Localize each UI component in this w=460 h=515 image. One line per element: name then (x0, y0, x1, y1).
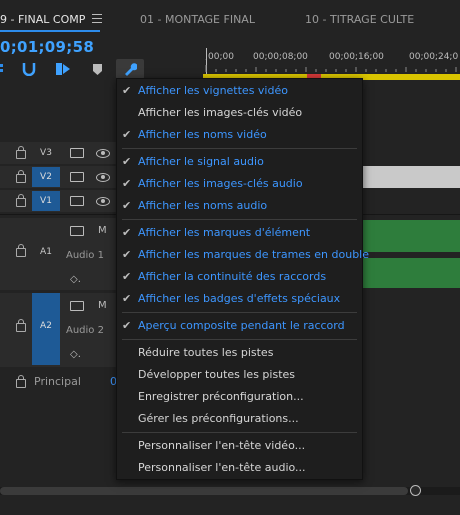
mute-button[interactable]: M (98, 300, 107, 311)
menu-item-show-duplicate-frame-markers[interactable]: ✔ Afficher les marques de trames en doubl… (117, 244, 369, 266)
checkmark-icon: ✔ (122, 155, 132, 168)
menu-item-show-clip-markers[interactable]: ✔ Afficher les marques d'élément (117, 222, 362, 244)
track-header-v2[interactable]: V2 (0, 166, 118, 188)
menu-separator (122, 432, 357, 433)
ruler-tick-label: 00;00;08;00 (253, 52, 308, 62)
wrench-icon (125, 63, 137, 76)
menu-separator (122, 219, 357, 220)
checkmark-icon: ✔ (122, 226, 132, 239)
ruler-ticks (205, 65, 457, 72)
lock-icon[interactable] (16, 146, 26, 159)
menu-item-show-through-edits[interactable]: ✔ Afficher la continuité des raccords (117, 266, 362, 288)
toggle-sync-icon[interactable] (70, 301, 84, 311)
checkmark-icon: ✔ (122, 319, 132, 332)
ruler-tick-label: 00;00;24;0 (409, 52, 459, 62)
nest-icon[interactable] (0, 62, 6, 74)
tab-final-comp[interactable]: 9 - FINAL COMP (0, 13, 85, 26)
track-label[interactable]: V2 (32, 167, 60, 187)
lock-icon[interactable] (16, 170, 26, 183)
sequence-tab-bar: 9 - FINAL COMP 01 - MONTAGE FINAL 10 - T… (0, 0, 460, 34)
toggle-sync-icon[interactable] (70, 148, 84, 158)
track-header-v3[interactable]: V3 (0, 142, 118, 164)
master-track-header[interactable]: Principal 0 (0, 369, 118, 393)
menu-item-manage-presets[interactable]: Gérer les préconfigurations... (117, 408, 362, 430)
lock-icon[interactable] (16, 244, 26, 257)
lock-icon[interactable] (16, 375, 26, 388)
menu-item-composite-preview-trim[interactable]: ✔ Aperçu composite pendant le raccord (117, 315, 362, 337)
menu-item-show-audio-keyframes[interactable]: ✔ Afficher les images-clés audio (117, 173, 362, 195)
track-header-a1[interactable]: A1 M Audio 1 ◇. (0, 218, 118, 290)
track-label[interactable]: A1 (32, 242, 60, 262)
checkmark-icon: ✔ (122, 84, 132, 97)
panel-menu-icon[interactable] (92, 14, 102, 23)
menu-item-show-audio-names[interactable]: ✔ Afficher les noms audio (117, 195, 362, 217)
keyframe-icon[interactable]: ◇. (70, 349, 81, 360)
eye-icon[interactable] (96, 149, 110, 158)
menu-item-save-preset[interactable]: Enregistrer préconfiguration... (117, 386, 362, 408)
linked-selection-icon[interactable] (55, 62, 71, 76)
menu-item-minimize-all-tracks[interactable]: Réduire toutes les pistes (117, 342, 362, 364)
time-ruler[interactable]: ;00;00 00;00;08;00 00;00;16;00 00;00;24;… (203, 34, 460, 80)
track-header-v1[interactable]: V1 (0, 190, 118, 212)
scrollbar-thumb[interactable] (0, 487, 408, 495)
eye-icon[interactable] (96, 173, 110, 182)
toggle-sync-icon[interactable] (70, 172, 84, 182)
audio-track-name: Audio 2 (66, 325, 104, 336)
mute-button[interactable]: M (98, 225, 107, 236)
keyframe-icon[interactable]: ◇. (70, 274, 81, 285)
timeline-display-settings-menu: ✔ Afficher les vignettes vidéo Afficher l… (116, 78, 369, 480)
menu-item-show-video-thumbnails[interactable]: ✔ Afficher les vignettes vidéo (117, 80, 362, 102)
track-label[interactable]: V1 (32, 191, 60, 211)
menu-item-show-fx-badges[interactable]: ✔ Afficher les badges d'effets spéciaux (117, 288, 362, 310)
zoom-handle[interactable] (410, 485, 421, 496)
lock-icon[interactable] (16, 194, 26, 207)
menu-item-show-audio-waveform[interactable]: ✔ Afficher le signal audio (117, 151, 362, 173)
lock-icon[interactable] (16, 319, 26, 332)
audio-track-name: Audio 1 (66, 250, 104, 261)
track-label[interactable]: V3 (32, 143, 60, 163)
toggle-sync-icon[interactable] (70, 226, 84, 236)
track-label[interactable]: A2 (32, 293, 60, 365)
menu-item-customize-video-header[interactable]: Personnaliser l'en-tête vidéo... (117, 435, 362, 457)
toggle-sync-icon[interactable] (70, 196, 84, 206)
checkmark-icon: ✔ (122, 270, 132, 283)
active-tab-indicator (0, 30, 100, 32)
snap-icon[interactable] (22, 62, 36, 76)
checkmark-icon: ✔ (122, 292, 132, 305)
eye-icon[interactable] (96, 197, 110, 206)
checkmark-icon: ✔ (122, 128, 132, 141)
menu-item-show-video-keyframes[interactable]: Afficher les images-clés vidéo (117, 102, 362, 124)
ruler-tick-label: 00;00;16;00 (329, 52, 384, 62)
menu-separator (122, 339, 357, 340)
tab-titrage-culte[interactable]: 10 - TITRAGE CULTE (305, 13, 414, 26)
ruler-tick-label: ;00;00 (205, 52, 234, 62)
tab-montage-final[interactable]: 01 - MONTAGE FINAL (140, 13, 255, 26)
menu-item-expand-all-tracks[interactable]: Développer toutes les pistes (117, 364, 362, 386)
menu-separator (122, 148, 357, 149)
checkmark-icon: ✔ (122, 199, 132, 212)
menu-item-show-video-names[interactable]: ✔ Afficher les noms vidéo (117, 124, 362, 146)
menu-separator (122, 312, 357, 313)
timeline-settings-button[interactable] (116, 59, 144, 79)
menu-item-customize-audio-header[interactable]: Personnaliser l'en-tête audio... (117, 457, 362, 479)
add-marker-icon[interactable] (93, 64, 102, 75)
master-track-label: Principal (34, 375, 81, 388)
playhead-timecode[interactable]: 0;01;09;58 (0, 38, 94, 56)
track-header-a2[interactable]: A2 M Audio 2 ◇. (0, 293, 118, 367)
checkmark-icon: ✔ (122, 177, 132, 190)
checkmark-icon: ✔ (122, 248, 132, 261)
